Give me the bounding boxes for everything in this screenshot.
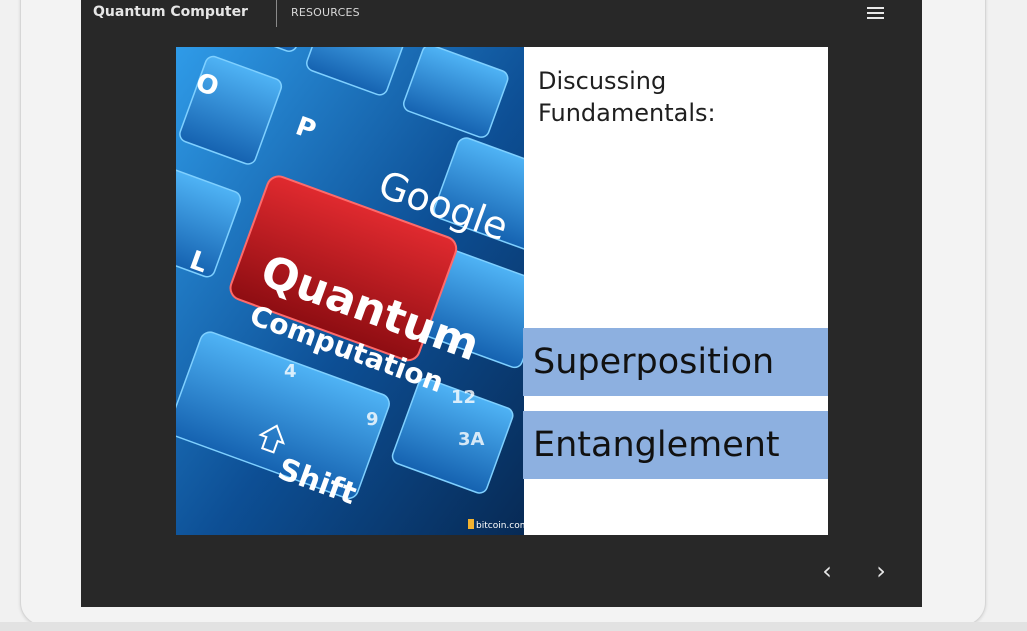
key-label-3a: 3A <box>458 429 485 450</box>
key-label-12: 12 <box>451 387 476 408</box>
slide-heading-line-2: Fundamentals: <box>538 99 716 127</box>
presentation-title: Quantum Computer <box>93 4 248 20</box>
page-bottom-strip <box>0 622 1027 631</box>
bitcoin-logo-icon <box>468 519 474 529</box>
player-topbar: Quantum Computer RESOURCES <box>81 0 922 28</box>
topic-entanglement-label: Entanglement <box>533 425 780 465</box>
topic-superposition: Superposition <box>523 328 828 396</box>
slide-canvas: O P L Google Shift 4 9 12 3A Quantum Com… <box>176 47 828 535</box>
slide-heading-line-1: Discussing <box>538 67 667 95</box>
menu-bar-bottom <box>867 17 884 19</box>
presentation-player: Quantum Computer RESOURCES O P L Google … <box>81 0 922 607</box>
slide-heading: Discussing Fundamentals: <box>538 65 818 129</box>
title-divider <box>276 0 277 27</box>
topic-superposition-label: Superposition <box>533 342 775 382</box>
hamburger-icon[interactable] <box>865 4 887 22</box>
key-label-4: 4 <box>284 361 297 382</box>
resources-link[interactable]: RESOURCES <box>291 3 360 23</box>
next-slide-button[interactable]: › <box>868 556 894 586</box>
menu-bar-top <box>867 7 884 9</box>
image-credit: bitcoin.com <box>476 521 524 531</box>
topic-entanglement: Entanglement <box>523 411 828 479</box>
prev-slide-button[interactable]: ‹ <box>814 556 840 586</box>
quantum-keyboard-image: O P L Google Shift 4 9 12 3A Quantum Com… <box>176 47 524 535</box>
key-label-9: 9 <box>366 409 379 430</box>
menu-bar-middle <box>867 12 884 14</box>
